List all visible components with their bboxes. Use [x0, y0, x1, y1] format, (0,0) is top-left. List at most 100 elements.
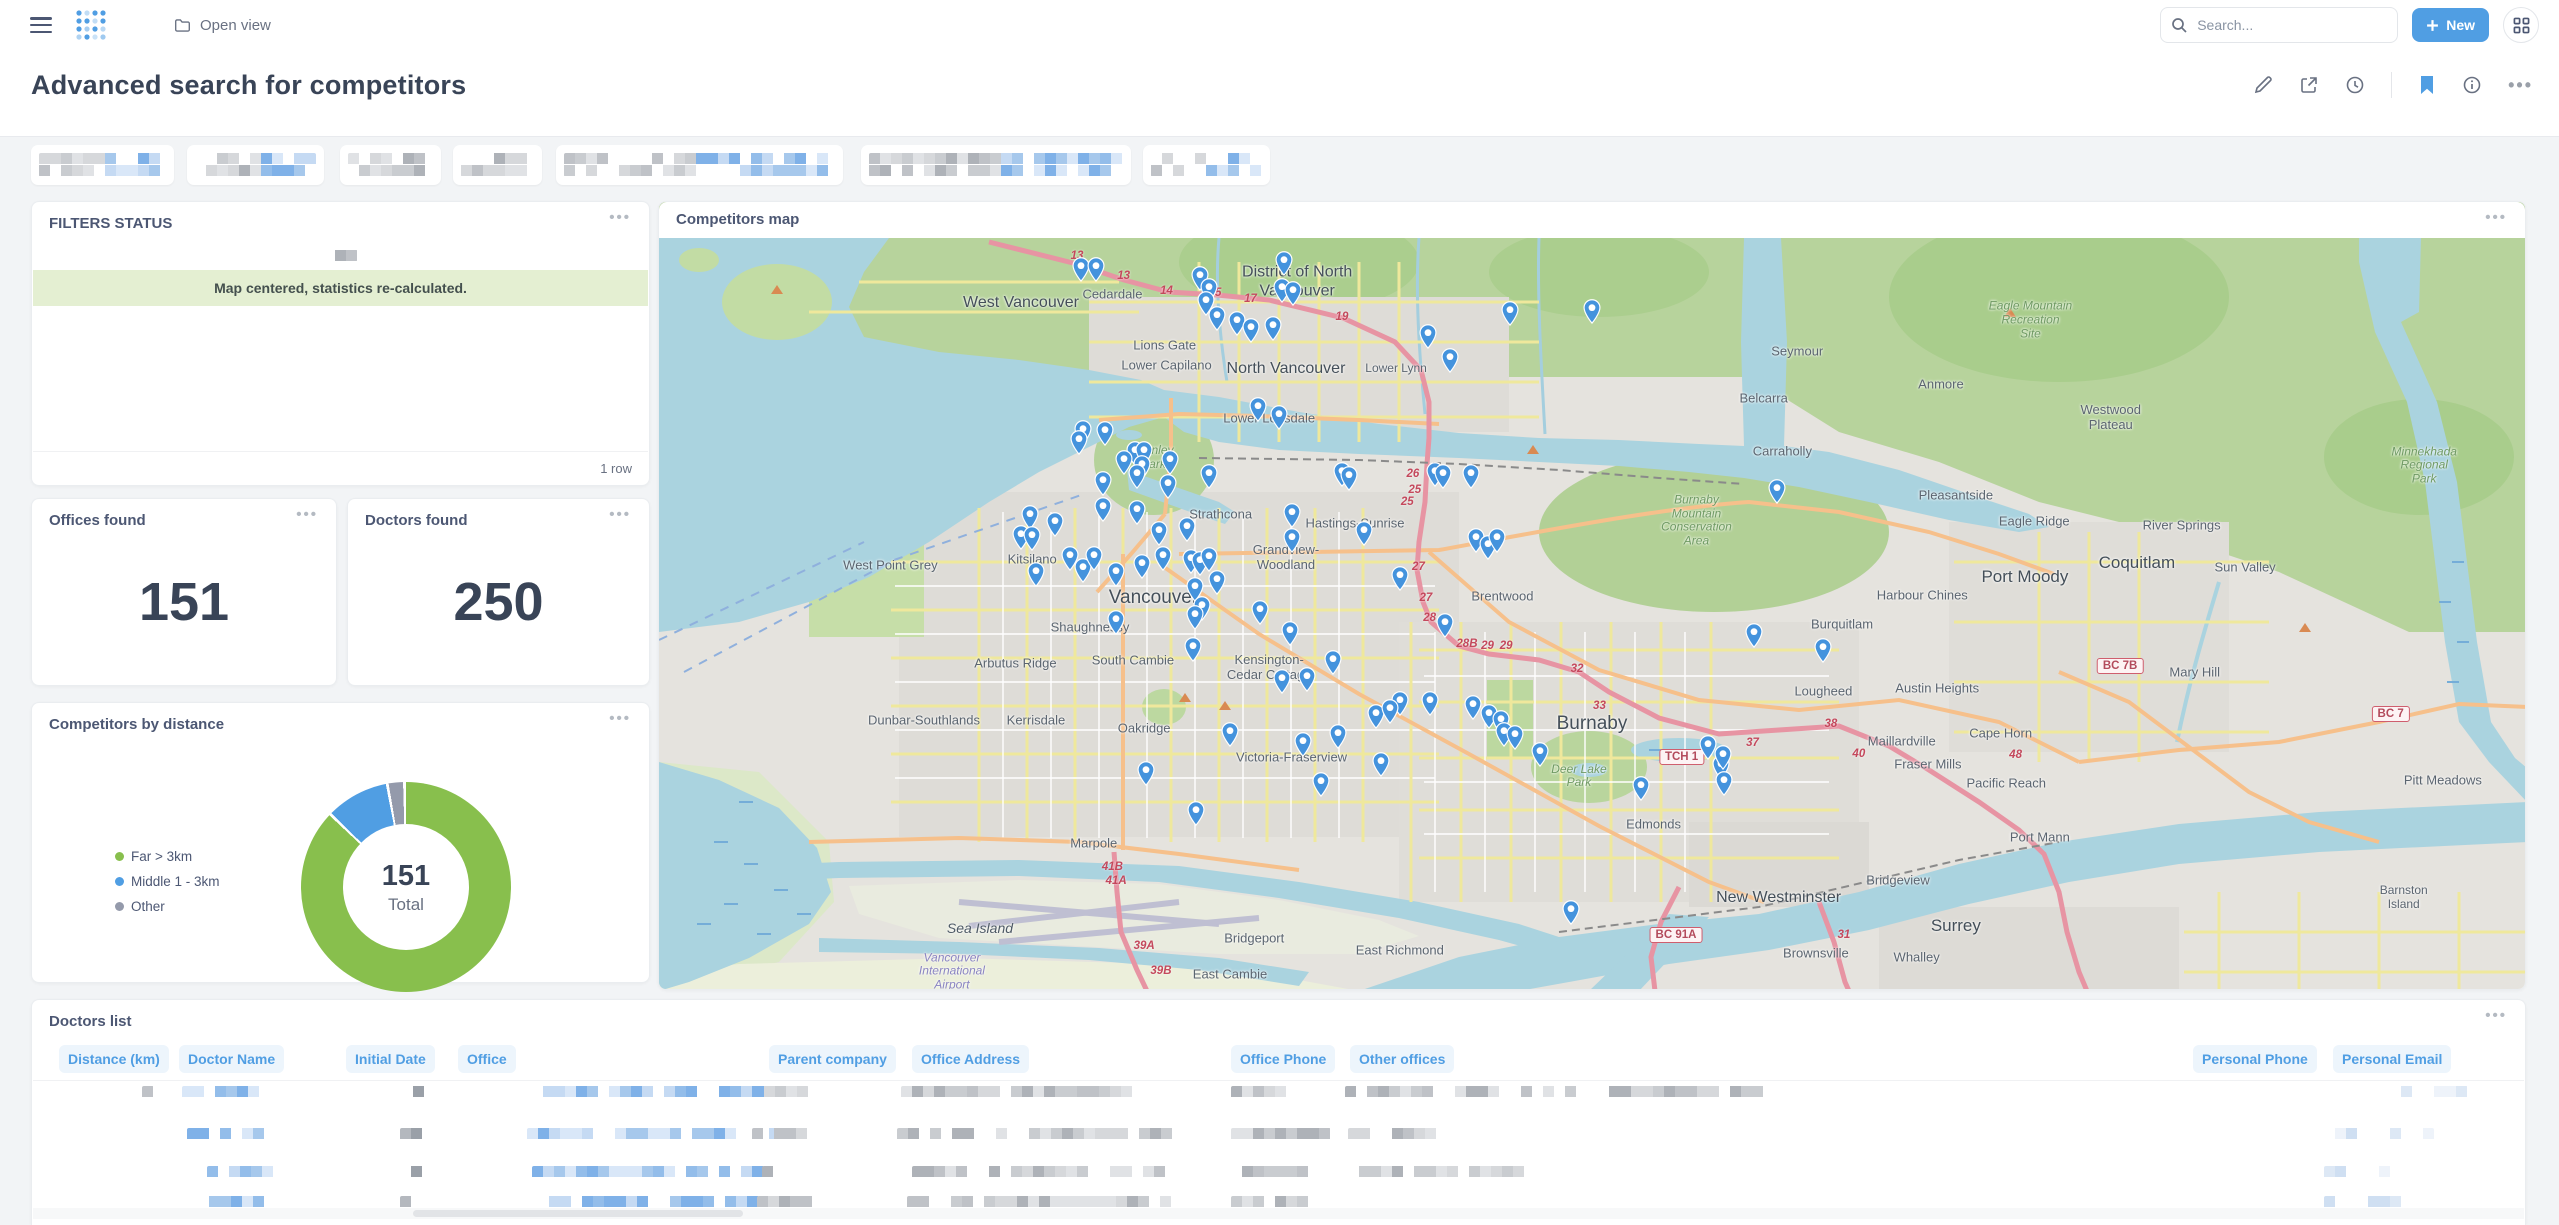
- bookmark-button[interactable]: [2418, 75, 2436, 95]
- filter-chip-1[interactable]: [31, 145, 174, 185]
- map-pin-icon[interactable]: [1324, 650, 1342, 680]
- filter-chip-6[interactable]: [861, 145, 1131, 185]
- filter-chip-5[interactable]: [556, 145, 843, 185]
- column-header-doctor-name[interactable]: Doctor Name: [179, 1045, 284, 1073]
- map-pin-icon[interactable]: [1434, 464, 1452, 494]
- column-header-office[interactable]: Office: [458, 1045, 516, 1073]
- map-pin-icon[interactable]: [1381, 699, 1399, 729]
- map-pin-icon[interactable]: [1312, 772, 1330, 802]
- map-pin-icon[interactable]: [1023, 526, 1041, 556]
- map-pin-icon[interactable]: [1178, 517, 1196, 547]
- map-pin-icon[interactable]: [1264, 316, 1282, 346]
- more-options-button[interactable]: •••: [2508, 75, 2533, 96]
- apps-grid-button[interactable]: [2503, 7, 2539, 43]
- map-pin-icon[interactable]: [1506, 725, 1524, 755]
- scrollbar-thumb[interactable]: [413, 1210, 743, 1217]
- info-button[interactable]: [2462, 75, 2482, 95]
- map-pin-icon[interactable]: [1107, 610, 1125, 640]
- map-pin-icon[interactable]: [1137, 761, 1155, 791]
- map-pin-icon[interactable]: [1441, 348, 1459, 378]
- filter-chip-3[interactable]: [340, 145, 441, 185]
- column-header-parent-company[interactable]: Parent company: [769, 1045, 896, 1073]
- map-pin-icon[interactable]: [1583, 299, 1601, 329]
- map-pin-icon[interactable]: [1421, 691, 1439, 721]
- column-header-office-phone[interactable]: Office Phone: [1231, 1045, 1335, 1073]
- legend-item[interactable]: Far > 3km: [115, 849, 220, 864]
- map-pin-icon[interactable]: [1768, 479, 1786, 509]
- map-pin-icon[interactable]: [1085, 546, 1103, 576]
- map-pin-icon[interactable]: [1242, 318, 1260, 348]
- app-logo[interactable]: [74, 8, 108, 42]
- edit-pencil-button[interactable]: [2253, 75, 2273, 95]
- map-pin-icon[interactable]: [1070, 430, 1088, 460]
- column-header-personal-email[interactable]: Personal Email: [2333, 1045, 2451, 1073]
- map-pin-icon[interactable]: [1094, 497, 1112, 527]
- map-pin-icon[interactable]: [1501, 301, 1519, 331]
- map-pin-icon[interactable]: [1436, 613, 1454, 643]
- map-pin-icon[interactable]: [1632, 776, 1650, 806]
- card-menu-button[interactable]: •••: [2479, 1006, 2513, 1025]
- map-pin-icon[interactable]: [1133, 554, 1151, 584]
- card-menu-button[interactable]: •••: [290, 505, 324, 524]
- map-pin-icon[interactable]: [1419, 324, 1437, 354]
- column-header-initial-date[interactable]: Initial Date: [346, 1045, 435, 1073]
- map-pin-icon[interactable]: [1184, 637, 1202, 667]
- map-canvas[interactable]: District of North VancouverWest Vancouve…: [659, 202, 2525, 989]
- map-pin-icon[interactable]: [1329, 724, 1347, 754]
- legend-item[interactable]: Other: [115, 899, 220, 914]
- column-header-personal-phone[interactable]: Personal Phone: [2193, 1045, 2317, 1073]
- column-header-distance-km-[interactable]: Distance (km): [59, 1045, 169, 1073]
- map-pin-icon[interactable]: [1283, 528, 1301, 558]
- breadcrumb[interactable]: Open view: [174, 17, 271, 34]
- history-clock-button[interactable]: [2345, 75, 2365, 95]
- filter-chip-4[interactable]: [453, 145, 542, 185]
- map-pin-icon[interactable]: [1208, 306, 1226, 336]
- map-pin-icon[interactable]: [1096, 421, 1114, 451]
- map-pin-icon[interactable]: [1251, 600, 1269, 630]
- map-pin-icon[interactable]: [1128, 464, 1146, 494]
- map-pin-icon[interactable]: [1128, 500, 1146, 530]
- map-pin-icon[interactable]: [1107, 562, 1125, 592]
- legend-item[interactable]: Middle 1 - 3km: [115, 874, 220, 889]
- column-header-office-address[interactable]: Office Address: [912, 1045, 1029, 1073]
- map-pin-icon[interactable]: [1273, 669, 1291, 699]
- card-menu-button[interactable]: •••: [603, 208, 637, 227]
- map-pin-icon[interactable]: [1298, 667, 1316, 697]
- map-pin-icon[interactable]: [1340, 466, 1358, 496]
- map-pin-icon[interactable]: [1270, 405, 1288, 435]
- map-pin-icon[interactable]: [1187, 801, 1205, 831]
- map-pin-icon[interactable]: [1462, 464, 1480, 494]
- map-pin-icon[interactable]: [1814, 638, 1832, 668]
- map-pin-icon[interactable]: [1745, 623, 1763, 653]
- filter-chip-2[interactable]: [187, 145, 324, 185]
- filter-chip-7[interactable]: [1143, 145, 1270, 185]
- map-pin-icon[interactable]: [1372, 752, 1390, 782]
- map-pin-icon[interactable]: [1391, 566, 1409, 596]
- map-pin-icon[interactable]: [1154, 546, 1172, 576]
- map-pin-icon[interactable]: [1046, 512, 1064, 542]
- map-pin-icon[interactable]: [1355, 521, 1373, 551]
- map-pin-icon[interactable]: [1087, 257, 1105, 287]
- map-pin-icon[interactable]: [1531, 742, 1549, 772]
- map-pin-icon[interactable]: [1488, 528, 1506, 558]
- map-pin-icon[interactable]: [1562, 900, 1580, 930]
- hamburger-menu-icon[interactable]: [30, 17, 52, 33]
- map-pin-icon[interactable]: [1159, 474, 1177, 504]
- card-menu-button[interactable]: •••: [603, 505, 637, 524]
- new-button[interactable]: New: [2412, 8, 2489, 42]
- map-pin-icon[interactable]: [1715, 771, 1733, 801]
- card-menu-button[interactable]: •••: [2479, 208, 2513, 227]
- map-pin-icon[interactable]: [1200, 464, 1218, 494]
- map-pin-icon[interactable]: [1221, 722, 1239, 752]
- card-menu-button[interactable]: •••: [603, 709, 637, 728]
- search-input[interactable]: [2195, 16, 2365, 34]
- column-header-other-offices[interactable]: Other offices: [1350, 1045, 1454, 1073]
- map-pin-icon[interactable]: [1249, 397, 1267, 427]
- map-pin-icon[interactable]: [1294, 732, 1312, 762]
- map-pin-icon[interactable]: [1027, 562, 1045, 592]
- search-box[interactable]: [2160, 7, 2398, 43]
- map-pin-icon[interactable]: [1284, 281, 1302, 311]
- map-pin-icon[interactable]: [1186, 605, 1204, 635]
- map-pin-icon[interactable]: [1464, 695, 1482, 725]
- horizontal-scrollbar[interactable]: [33, 1208, 2524, 1219]
